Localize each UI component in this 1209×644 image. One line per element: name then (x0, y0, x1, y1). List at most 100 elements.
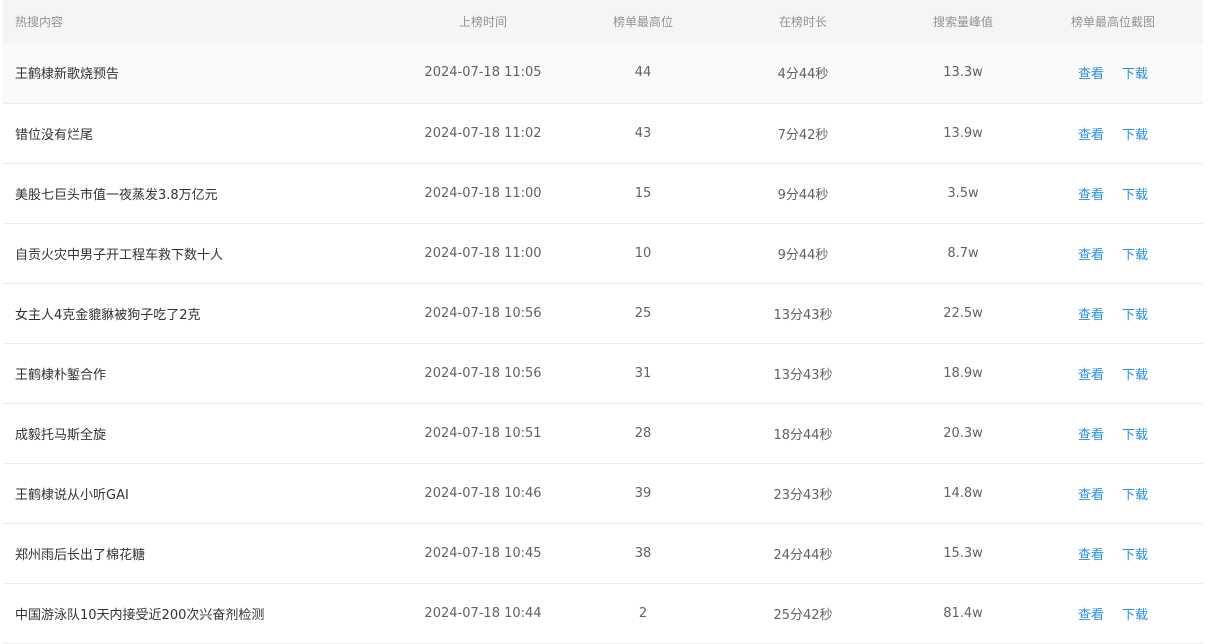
header-time: 上榜时间 (458, 15, 507, 29)
actions-cell: 查看 下载 (1023, 223, 1203, 283)
rank-cell: 10 (634, 245, 652, 261)
rank-cell: 25 (634, 305, 652, 321)
actions-cell: 查看 下载 (1023, 463, 1203, 523)
topic-cell: 王鹤棣说从小听GAI (15, 487, 129, 503)
time-cell: 2024-07-18 10:56 (424, 305, 542, 321)
header-peak: 搜索量峰值 (932, 15, 993, 29)
rank-cell: 31 (634, 365, 652, 381)
time-cell: 2024-07-18 10:45 (424, 545, 542, 561)
duration-cell: 13分43秒 (773, 307, 833, 323)
view-link[interactable]: 查看 (1078, 63, 1104, 82)
table-row: 王鹤棣新歌烧预告 2024-07-18 11:05 44 4分44秒 13.3w… (3, 43, 1203, 103)
peak-cell: 22.5w (943, 305, 983, 321)
peak-cell: 15.3w (943, 545, 983, 561)
view-link[interactable]: 查看 (1078, 184, 1104, 203)
table-body: 王鹤棣新歌烧预告 2024-07-18 11:05 44 4分44秒 13.3w… (3, 43, 1203, 643)
actions-cell: 查看 下载 (1023, 403, 1203, 463)
peak-cell: 13.9w (943, 125, 983, 141)
header-screenshot: 榜单最高位截图 (1070, 15, 1155, 29)
view-link[interactable]: 查看 (1078, 364, 1104, 383)
duration-cell: 18分44秒 (773, 427, 833, 443)
rank-cell: 39 (634, 485, 652, 501)
topic-cell: 错位没有烂尾 (15, 127, 94, 143)
download-link[interactable]: 下载 (1122, 364, 1148, 383)
hot-search-table: 热搜内容 上榜时间 榜单最高位 在榜时长 搜索量峰值 榜单最高位截图 王鹤棣新歌… (3, 0, 1203, 644)
download-link[interactable]: 下载 (1122, 604, 1148, 623)
hot-search-table-container: 热搜内容 上榜时间 榜单最高位 在榜时长 搜索量峰值 榜单最高位截图 王鹤棣新歌… (3, 0, 1203, 644)
header-topic: 热搜内容 (15, 15, 64, 29)
download-link[interactable]: 下载 (1122, 63, 1148, 82)
topic-cell: 自贡火灾中男子开工程车救下数十人 (15, 247, 224, 263)
view-link[interactable]: 查看 (1078, 424, 1104, 443)
duration-cell: 9分44秒 (777, 187, 829, 203)
time-cell: 2024-07-18 11:05 (424, 65, 542, 81)
table-row: 美股七巨头市值一夜蒸发3.8万亿元 2024-07-18 11:00 15 9分… (3, 163, 1203, 223)
table-row: 错位没有烂尾 2024-07-18 11:02 43 7分42秒 13.9w 查… (3, 103, 1203, 163)
table-row: 王鹤棣说从小听GAI 2024-07-18 10:46 39 23分43秒 14… (3, 463, 1203, 523)
table-header: 热搜内容 上榜时间 榜单最高位 在榜时长 搜索量峰值 榜单最高位截图 (3, 0, 1203, 43)
table-row: 中国游泳队10天内接受近200次兴奋剂检测 2024-07-18 10:44 2… (3, 583, 1203, 643)
actions-cell: 查看 下载 (1023, 43, 1203, 103)
duration-cell: 25分42秒 (773, 607, 833, 623)
topic-cell: 成毅托马斯全旋 (15, 427, 107, 443)
actions-cell: 查看 下载 (1023, 103, 1203, 163)
actions-cell: 查看 下载 (1023, 163, 1203, 223)
header-duration: 在榜时长 (778, 15, 827, 29)
peak-cell: 18.9w (943, 365, 983, 381)
download-link[interactable]: 下载 (1122, 124, 1148, 143)
topic-cell: 王鹤棣朴錾合作 (15, 367, 107, 383)
time-cell: 2024-07-18 11:00 (424, 245, 542, 261)
table-row: 自贡火灾中男子开工程车救下数十人 2024-07-18 11:00 10 9分4… (3, 223, 1203, 283)
view-link[interactable]: 查看 (1078, 484, 1104, 503)
actions-cell: 查看 下载 (1023, 523, 1203, 583)
view-link[interactable]: 查看 (1078, 124, 1104, 143)
time-cell: 2024-07-18 10:51 (424, 425, 542, 441)
download-link[interactable]: 下载 (1122, 184, 1148, 203)
time-cell: 2024-07-18 11:02 (424, 125, 542, 141)
peak-cell: 81.4w (943, 605, 983, 621)
time-cell: 2024-07-18 10:46 (424, 485, 542, 501)
download-link[interactable]: 下载 (1122, 544, 1148, 563)
peak-cell: 3.5w (947, 185, 979, 201)
topic-cell: 郑州雨后长出了棉花糖 (15, 547, 146, 563)
topic-cell: 女主人4克金貔貅被狗子吃了2克 (15, 307, 201, 323)
peak-cell: 8.7w (947, 245, 979, 261)
download-link[interactable]: 下载 (1122, 424, 1148, 443)
download-link[interactable]: 下载 (1122, 304, 1148, 323)
table-row: 成毅托马斯全旋 2024-07-18 10:51 28 18分44秒 20.3w… (3, 403, 1203, 463)
duration-cell: 24分44秒 (773, 547, 833, 563)
rank-cell: 38 (634, 545, 652, 561)
actions-cell: 查看 下载 (1023, 343, 1203, 403)
rank-cell: 15 (634, 185, 652, 201)
topic-cell: 美股七巨头市值一夜蒸发3.8万亿元 (15, 187, 218, 203)
rank-cell: 43 (634, 125, 652, 141)
view-link[interactable]: 查看 (1078, 544, 1104, 563)
table-row: 女主人4克金貔貅被狗子吃了2克 2024-07-18 10:56 25 13分4… (3, 283, 1203, 343)
rank-cell: 2 (638, 605, 648, 621)
rank-cell: 44 (634, 65, 652, 81)
duration-cell: 4分44秒 (777, 67, 829, 83)
peak-cell: 13.3w (943, 65, 983, 81)
download-link[interactable]: 下载 (1122, 244, 1148, 263)
time-cell: 2024-07-18 10:44 (424, 605, 542, 621)
time-cell: 2024-07-18 10:56 (424, 365, 542, 381)
view-link[interactable]: 查看 (1078, 244, 1104, 263)
actions-cell: 查看 下载 (1023, 583, 1203, 643)
duration-cell: 13分43秒 (773, 367, 833, 383)
header-row: 热搜内容 上榜时间 榜单最高位 在榜时长 搜索量峰值 榜单最高位截图 (3, 0, 1203, 43)
duration-cell: 9分44秒 (777, 247, 829, 263)
topic-cell: 中国游泳队10天内接受近200次兴奋剂检测 (15, 607, 265, 623)
view-link[interactable]: 查看 (1078, 304, 1104, 323)
topic-cell: 王鹤棣新歌烧预告 (15, 67, 120, 83)
peak-cell: 20.3w (943, 425, 983, 441)
duration-cell: 7分42秒 (777, 127, 829, 143)
time-cell: 2024-07-18 11:00 (424, 185, 542, 201)
actions-cell: 查看 下载 (1023, 283, 1203, 343)
peak-cell: 14.8w (943, 485, 983, 501)
table-row: 王鹤棣朴錾合作 2024-07-18 10:56 31 13分43秒 18.9w… (3, 343, 1203, 403)
table-row: 郑州雨后长出了棉花糖 2024-07-18 10:45 38 24分44秒 15… (3, 523, 1203, 583)
download-link[interactable]: 下载 (1122, 484, 1148, 503)
duration-cell: 23分43秒 (773, 487, 833, 503)
rank-cell: 28 (634, 425, 652, 441)
view-link[interactable]: 查看 (1078, 604, 1104, 623)
